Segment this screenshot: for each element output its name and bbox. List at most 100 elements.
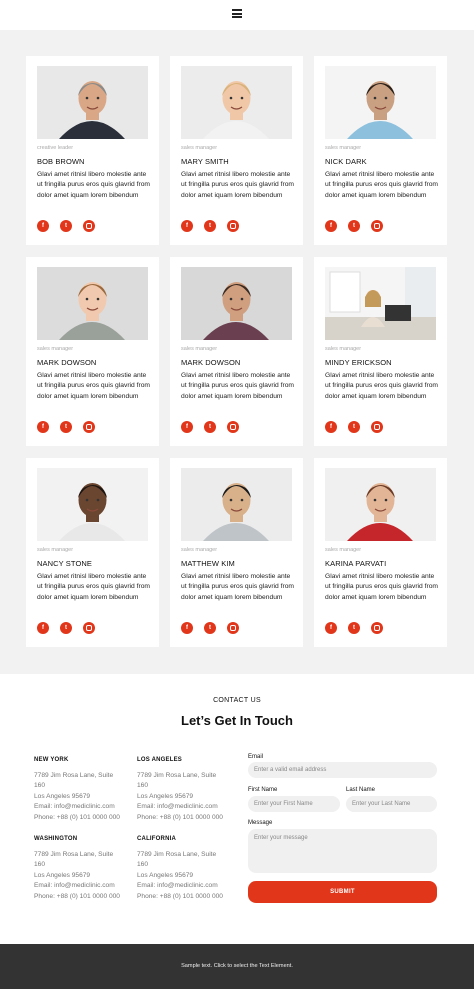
office-address-line: 160	[137, 782, 149, 790]
team-photo	[325, 468, 436, 541]
team-name: BOB BROWN	[37, 157, 85, 166]
facebook-icon[interactable]: f	[181, 421, 193, 433]
twitter-icon[interactable]: t	[204, 622, 216, 634]
team-card: sales manager MARK DOWSON Glavi amet rit…	[170, 257, 303, 446]
office-address-line: Phone: +88 (0) 101 0000 000	[34, 813, 120, 821]
last-name-label: Last Name	[346, 787, 376, 793]
office-address-line: 160	[34, 782, 46, 790]
instagram-icon[interactable]	[227, 622, 239, 634]
facebook-icon[interactable]: f	[181, 622, 193, 634]
office-address-line: Phone: +88 (0) 101 0000 000	[137, 892, 223, 900]
hamburger-menu-icon[interactable]	[232, 9, 242, 18]
facebook-icon[interactable]: f	[37, 421, 49, 433]
portrait-image	[37, 267, 148, 340]
office-address-line: Phone: +88 (0) 101 0000 000	[137, 813, 223, 821]
team-role: sales manager	[325, 547, 362, 553]
instagram-icon[interactable]	[83, 622, 95, 634]
team-photo	[37, 267, 148, 340]
instagram-icon[interactable]	[227, 421, 239, 433]
team-role: sales manager	[325, 346, 362, 352]
office-address-line: Email: info@mediclinic.com	[137, 882, 218, 890]
team-name: MARK DOWSON	[37, 358, 97, 367]
team-photo	[37, 468, 148, 541]
facebook-icon[interactable]: f	[37, 622, 49, 634]
office-address: 7789 Jim Rosa Lane, Suite 160 Los Angeles …	[34, 771, 134, 823]
twitter-icon[interactable]: t	[60, 220, 72, 232]
message-label: Message	[248, 820, 273, 826]
office-city: LOS ANGELES	[137, 757, 182, 763]
office-address: 7789 Jim Rosa Lane, Suite 160 Los Angeles …	[34, 850, 134, 902]
email-label: Email	[248, 754, 264, 760]
instagram-icon[interactable]	[371, 220, 383, 232]
twitter-icon[interactable]: t	[204, 421, 216, 433]
instagram-icon[interactable]	[371, 622, 383, 634]
team-bio: Glavi amet ritnisl libero molestie ante …	[37, 372, 150, 400]
twitter-icon[interactable]: t	[348, 622, 360, 634]
team-bio: Glavi amet ritnisl libero molestie ante …	[37, 171, 150, 199]
team-bio: Glavi amet ritnisl libero molestie ante …	[37, 573, 150, 601]
team-section: creative leader BOB BROWN Glavi amet rit…	[0, 30, 474, 674]
facebook-icon[interactable]: f	[325, 220, 337, 232]
team-role: sales manager	[181, 547, 218, 553]
office-address-line: Los Angeles 95679	[34, 792, 91, 800]
instagram-icon[interactable]	[83, 421, 95, 433]
office-address-line: 7789 Jim Rosa Lane, Suite	[34, 772, 114, 779]
facebook-icon[interactable]: f	[325, 622, 337, 634]
office-address-line: Email: info@mediclinic.com	[34, 882, 115, 890]
facebook-icon[interactable]: f	[181, 220, 193, 232]
team-bio: Glavi amet ritnisl libero molestie ante …	[325, 372, 438, 400]
facebook-icon[interactable]: f	[37, 220, 49, 232]
office-address-line: 7789 Jim Rosa Lane, Suite	[137, 851, 217, 858]
team-bio: Glavi amet ritnisl libero molestie ante …	[325, 171, 438, 199]
office-address-line: 7789 Jim Rosa Lane, Suite	[34, 851, 114, 858]
submit-button[interactable]: SUBMIT	[248, 881, 437, 903]
office-address-line: Email: info@mediclinic.com	[137, 803, 218, 811]
office-address-line: 7789 Jim Rosa Lane, Suite	[137, 772, 217, 779]
team-name: MINDY ERICKSON	[325, 358, 392, 367]
team-name: KARINA PARVATI	[325, 559, 387, 568]
facebook-icon[interactable]: f	[325, 421, 337, 433]
portrait-image	[325, 66, 436, 139]
office-city: NEW YORK	[34, 757, 69, 763]
team-name: MARY SMITH	[181, 157, 229, 166]
portrait-image	[37, 66, 148, 139]
team-name: NICK DARK	[325, 157, 367, 166]
twitter-icon[interactable]: t	[348, 421, 360, 433]
office-block: LOS ANGELES 7789 Jim Rosa Lane, Suite 160 L…	[137, 757, 237, 823]
twitter-icon[interactable]: t	[204, 220, 216, 232]
team-role: sales manager	[181, 145, 218, 151]
instagram-icon[interactable]	[227, 220, 239, 232]
team-photo	[181, 468, 292, 541]
instagram-icon[interactable]	[83, 220, 95, 232]
message-field[interactable]: Enter your message	[248, 829, 437, 873]
team-card: sales manager MARY SMITH Glavi amet ritn…	[170, 56, 303, 245]
office-block: WASHINGTON 7789 Jim Rosa Lane, Suite 160 Lo…	[34, 836, 134, 902]
team-card: sales manager MATTHEW KIM Glavi amet rit…	[170, 458, 303, 647]
portrait-image	[325, 267, 436, 340]
team-name: NANCY STONE	[37, 559, 93, 568]
team-card: creative leader BOB BROWN Glavi amet rit…	[26, 56, 159, 245]
email-field[interactable]: Enter a valid email address	[248, 762, 437, 778]
portrait-image	[181, 468, 292, 541]
team-bio: Glavi amet ritnisl libero molestie ante …	[325, 573, 438, 601]
office-address-line: Phone: +88 (0) 101 0000 000	[34, 892, 120, 900]
first-name-field[interactable]: Enter your First Name	[248, 796, 340, 812]
team-role: sales manager	[37, 547, 74, 553]
site-header	[0, 0, 474, 30]
twitter-icon[interactable]: t	[60, 622, 72, 634]
twitter-icon[interactable]: t	[60, 421, 72, 433]
team-photo	[325, 66, 436, 139]
footer-text[interactable]: Sample text. Click to select the Text El…	[0, 963, 474, 969]
team-role: sales manager	[181, 346, 218, 352]
twitter-icon[interactable]: t	[348, 220, 360, 232]
office-block: NEW YORK 7789 Jim Rosa Lane, Suite 160 Los …	[34, 757, 134, 823]
instagram-icon[interactable]	[371, 421, 383, 433]
team-role: sales manager	[37, 346, 74, 352]
portrait-image	[181, 66, 292, 139]
team-card: sales manager KARINA PARVATI Glavi amet …	[314, 458, 447, 647]
team-bio: Glavi amet ritnisl libero molestie ante …	[181, 171, 294, 199]
last-name-field[interactable]: Enter your Last Name	[346, 796, 437, 812]
office-address-line: Los Angeles 95679	[137, 792, 194, 800]
team-photo	[181, 66, 292, 139]
team-photo	[37, 66, 148, 139]
